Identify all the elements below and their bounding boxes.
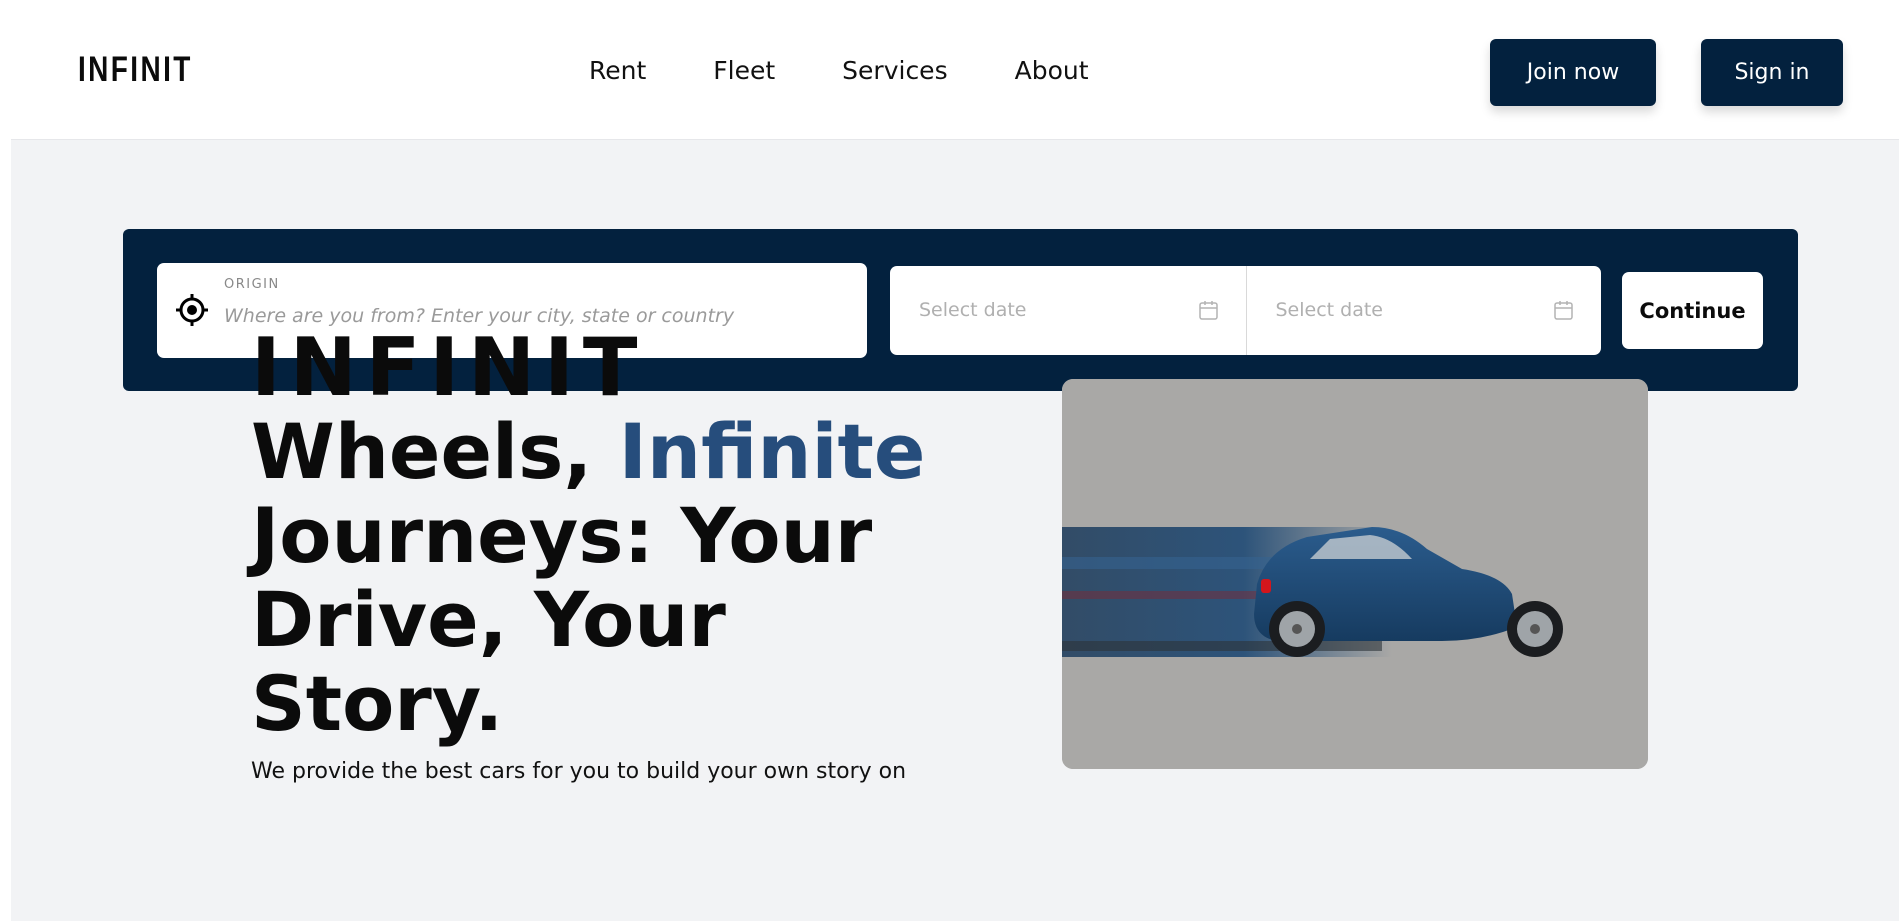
hero-brand-title: INFINIT <box>251 321 647 414</box>
continue-button[interactable]: Continue <box>1622 272 1763 349</box>
nav-link-fleet[interactable]: Fleet <box>713 56 775 85</box>
car-illustration <box>1062 379 1648 769</box>
sign-in-button[interactable]: Sign in <box>1701 39 1843 106</box>
headline-part-2: Journeys: Your Drive, Your Story. <box>251 491 873 748</box>
crosshair-target-icon <box>176 294 208 326</box>
join-now-button[interactable]: Join now <box>1490 39 1656 106</box>
nav-link-about[interactable]: About <box>1015 56 1089 85</box>
hero-car-image <box>1062 379 1648 769</box>
date-range-picker: Select date Select date <box>890 266 1601 355</box>
origin-label: ORIGIN <box>224 277 280 292</box>
nav-link-rent[interactable]: Rent <box>589 56 646 85</box>
hero-lead-text: We provide the best cars for you to buil… <box>251 759 907 784</box>
site-header: INFINIT Rent Fleet Services About Join n… <box>0 0 1899 139</box>
end-date-field[interactable]: Select date <box>1245 266 1602 355</box>
hero-heading: INFINIT Wheels, Infinite Journeys: Your … <box>251 326 951 746</box>
headline-accent: Infinite <box>618 407 926 496</box>
nav-link-services[interactable]: Services <box>842 56 947 85</box>
end-date-placeholder: Select date <box>1275 299 1384 321</box>
logo[interactable]: INFINIT <box>78 50 193 90</box>
calendar-icon <box>1198 301 1218 320</box>
main-nav: Rent Fleet Services About <box>589 56 1156 85</box>
hero-headline: Wheels, Infinite Journeys: Your Drive, Y… <box>251 410 951 746</box>
headline-part-1: Wheels, <box>251 407 619 496</box>
start-date-placeholder: Select date <box>919 299 1027 321</box>
calendar-icon <box>1554 301 1573 320</box>
